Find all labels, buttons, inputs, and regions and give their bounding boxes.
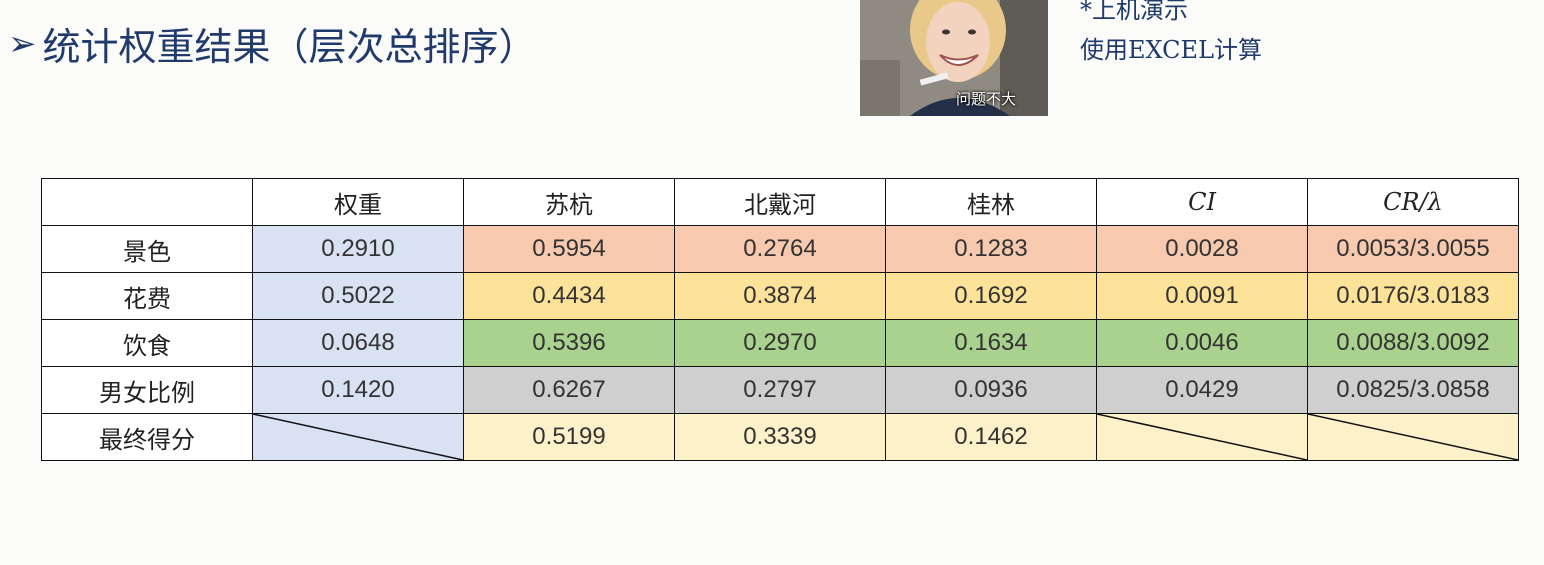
slide-title-text: 统计权重结果（层次总排序） xyxy=(42,25,537,69)
header-cell-ci: CI xyxy=(1096,178,1308,226)
table-row: 饮食 0.0648 0.5396 0.2970 0.1634 0.0046 0.… xyxy=(41,319,1519,367)
header-cell-guilin: 桂林 xyxy=(885,178,1097,226)
row-label: 景色 xyxy=(41,225,253,273)
header-cell-suhang: 苏杭 xyxy=(463,178,675,226)
header-cell-cr: CR/λ xyxy=(1307,178,1519,226)
table-cell: 0.5954 xyxy=(463,225,675,273)
table-cell: 0.0088/3.0092 xyxy=(1307,319,1519,367)
table-cell: 0.1462 xyxy=(885,413,1097,461)
row-label: 饮食 xyxy=(41,319,253,367)
table-cell: 0.1634 xyxy=(885,319,1097,367)
table-cell: 0.0091 xyxy=(1096,272,1308,320)
table-row-final-score: 最终得分 0.5199 0.3339 0.1462 xyxy=(41,413,1519,461)
weight-results-table: 权重 苏杭 北戴河 桂林 CI CR/λ 景色 0.2910 0.5954 0.… xyxy=(41,178,1519,461)
table-cell: 0.1283 xyxy=(885,225,1097,273)
table-row: 景色 0.2910 0.5954 0.2764 0.1283 0.0028 0.… xyxy=(41,225,1519,273)
table-cell: 0.0825/3.0858 xyxy=(1307,366,1519,414)
header-cell-weight: 权重 xyxy=(252,178,464,226)
header-cell-beidaihe: 北戴河 xyxy=(674,178,886,226)
photo-caption: 问题不大 xyxy=(956,90,1017,108)
diagonal-line-icon xyxy=(1097,414,1307,460)
demo-note-line1: *上机演示 xyxy=(1080,0,1188,24)
table-cell: 0.0176/3.0183 xyxy=(1307,272,1519,320)
table-cell: 0.4434 xyxy=(463,272,675,320)
meme-photo: 问题不大 xyxy=(860,0,1048,116)
row-label: 花费 xyxy=(41,272,253,320)
table-header-row: 权重 苏杭 北戴河 桂林 CI CR/λ xyxy=(41,178,1519,226)
table-cell: 0.2764 xyxy=(674,225,886,273)
table-row: 花费 0.5022 0.4434 0.3874 0.1692 0.0091 0.… xyxy=(41,272,1519,320)
table-cell: 0.2910 xyxy=(252,225,464,273)
diagonal-empty-cell xyxy=(1096,413,1308,461)
table-row: 男女比例 0.1420 0.6267 0.2797 0.0936 0.0429 … xyxy=(41,366,1519,414)
diagonal-line-icon xyxy=(253,414,463,460)
header-cell-blank xyxy=(41,178,253,226)
table-cell: 0.1692 xyxy=(885,272,1097,320)
diagonal-empty-cell xyxy=(1307,413,1519,461)
slide-title: ➢ 统计权重结果（层次总排序） xyxy=(8,16,537,71)
table-cell: 0.0648 xyxy=(252,319,464,367)
table-cell: 0.0053/3.0055 xyxy=(1307,225,1519,273)
table-cell: 0.1420 xyxy=(252,366,464,414)
table-cell: 0.2970 xyxy=(674,319,886,367)
table-cell: 0.2797 xyxy=(674,366,886,414)
table-cell: 0.0028 xyxy=(1096,225,1308,273)
table-cell: 0.0429 xyxy=(1096,366,1308,414)
table-cell: 0.5396 xyxy=(463,319,675,367)
person-photo-icon xyxy=(860,0,1048,116)
table-cell: 0.5022 xyxy=(252,272,464,320)
row-label: 男女比例 xyxy=(41,366,253,414)
table-cell: 0.3339 xyxy=(674,413,886,461)
table-cell: 0.5199 xyxy=(463,413,675,461)
row-label: 最终得分 xyxy=(41,413,253,461)
demo-note: *上机演示 使用EXCEL计算 xyxy=(1080,0,1262,70)
diagonal-empty-cell xyxy=(252,413,464,461)
demo-note-line2: 使用EXCEL计算 xyxy=(1080,36,1263,64)
table-cell: 0.0936 xyxy=(885,366,1097,414)
diagonal-line-icon xyxy=(1308,414,1518,460)
table-cell: 0.3874 xyxy=(674,272,886,320)
table-cell: 0.0046 xyxy=(1096,319,1308,367)
bullet-arrow-icon: ➢ xyxy=(8,23,37,64)
table-cell: 0.6267 xyxy=(463,366,675,414)
